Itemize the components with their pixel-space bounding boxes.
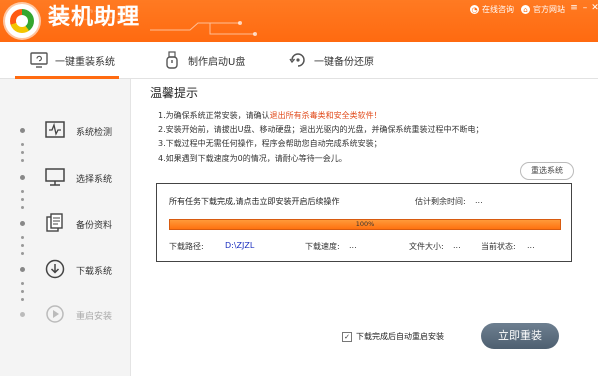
online-consult-label: 在线咨询 [482,5,514,14]
online-consult-link[interactable]: ◔ 在线咨询 [470,4,514,15]
tab-make-usb[interactable]: 制作启动U盘 [162,42,245,78]
page-title: 温馨提示 [150,86,199,100]
step-dot [20,128,25,133]
download-progress-bar: 100% [169,219,561,230]
pulse-monitor-icon [44,119,66,141]
step-connector-dot [21,143,24,146]
step-connector-dot [21,298,24,301]
step-connector-dot [21,244,24,247]
state-value: ... [527,241,535,250]
tips-list: 1.为确保系统正常安装，请确认退出所有杀毒类和安全类软件！ 2.安装开始前，请拔… [158,109,483,166]
step-label: 选择系统 [76,175,113,185]
step-connector-dot [21,206,24,209]
tip-1-text: 1.为确保系统正常安装，请确认 [158,111,270,120]
tab-label: 制作启动U盘 [188,56,246,68]
step-restart-install: 重启安装 [0,303,130,327]
progress-text: 100% [355,220,375,228]
official-site-link[interactable]: ⌂ 官方网站 [521,4,565,15]
tip-4: 4.如果遇到下载速度为0的情况，请耐心等待一会儿。 [158,153,347,163]
eta-value: ... [475,196,483,205]
auto-restart-option[interactable]: ✓ 下载完成后自动重启安装 [342,331,444,342]
path-label: 下载路径: [169,242,204,251]
step-label: 备份资料 [76,221,113,231]
reselect-system-button[interactable]: 重选系统 [520,162,574,180]
tip-2: 2.安装开始前，请拔出U盘、移动硬盘；退出光驱内的光盘，并确保系统重装过程中不断… [158,125,484,135]
step-connector-dot [21,290,24,293]
task-status: 所有任务下载完成,请点击立即安装开启后续操作 [169,197,340,206]
restart-play-icon [44,303,66,325]
step-system-check[interactable]: 系统检测 [0,119,130,143]
official-site-label: 官方网站 [533,5,565,14]
step-label: 重启安装 [76,312,113,322]
backup-restore-icon [288,50,308,70]
tab-backup-restore[interactable]: 一键备份还原 [288,42,374,78]
state-label: 当前状态: [481,242,516,251]
step-connector-dot [21,236,24,239]
documents-icon [44,212,66,234]
step-connector-dot [21,198,24,201]
tip-3: 3.下载过程中无需任何操作，程序会帮助您自动完成系统安装； [158,139,382,149]
step-dot [20,267,25,272]
step-select-system[interactable]: 选择系统 [0,166,130,190]
auto-restart-checkbox[interactable]: ✓ [342,331,352,342]
tip-1-warning: 退出所有杀毒类和安全类软件！ [269,111,382,120]
auto-restart-label: 下载完成后自动重启安装 [356,332,444,341]
title-bar: 装机助理 装机助理 ◔ 在线咨询 ⌂ 官方网站 ≡ – ✕ [0,0,598,42]
app-logo-icon [5,4,39,38]
step-download-system[interactable]: 下载系统 [0,258,130,282]
usb-drive-icon [162,50,182,70]
main-tab-bar: 一键重装系统 制作启动U盘 一键备份还原 [0,42,598,79]
steps-sidebar: 系统检测 选择系统 备份资料 下载系统 重启安装 [0,79,131,376]
tip-1: 1.为确保系统正常安装，请确认退出所有杀毒类和安全类软件！ [158,109,483,123]
close-button[interactable]: ✕ [589,3,598,13]
step-label: 系统检测 [76,128,113,138]
download-icon [44,258,66,280]
size-label: 文件大小: [409,242,444,251]
app-title-reflection: 装机助理 [48,6,141,21]
chat-icon: ◔ [470,5,479,14]
step-connector-dot [21,190,24,193]
tab-reinstall-system[interactable]: 一键重装系统 [15,42,119,79]
step-label: 下载系统 [76,267,113,277]
step-backup-data[interactable]: 备份资料 [0,212,130,236]
download-panel: 所有任务下载完成,请点击立即安装开启后续操作 估计剩余时间: ... 100% … [156,183,572,262]
step-connector-dot [21,252,24,255]
step-dot [20,221,25,226]
path-value: D:\ZJZL [225,241,255,250]
tab-label: 一键备份还原 [314,56,374,68]
step-connector-dot [21,151,24,154]
monitor-refresh-icon [29,50,49,70]
tab-label: 一键重装系统 [55,56,115,68]
speed-value: ... [349,241,357,250]
circuit-decoration-icon [150,21,257,36]
size-value: ... [453,241,461,250]
speed-label: 下载速度: [305,242,340,251]
install-now-button[interactable]: 立即重装 [481,323,559,349]
step-connector-dot [21,282,24,285]
step-dot [20,312,25,317]
home-icon: ⌂ [521,5,530,14]
step-dot [20,175,25,180]
eta-label: 估计剩余时间: [415,197,466,206]
desktop-icon [44,166,66,188]
step-connector-dot [21,159,24,162]
